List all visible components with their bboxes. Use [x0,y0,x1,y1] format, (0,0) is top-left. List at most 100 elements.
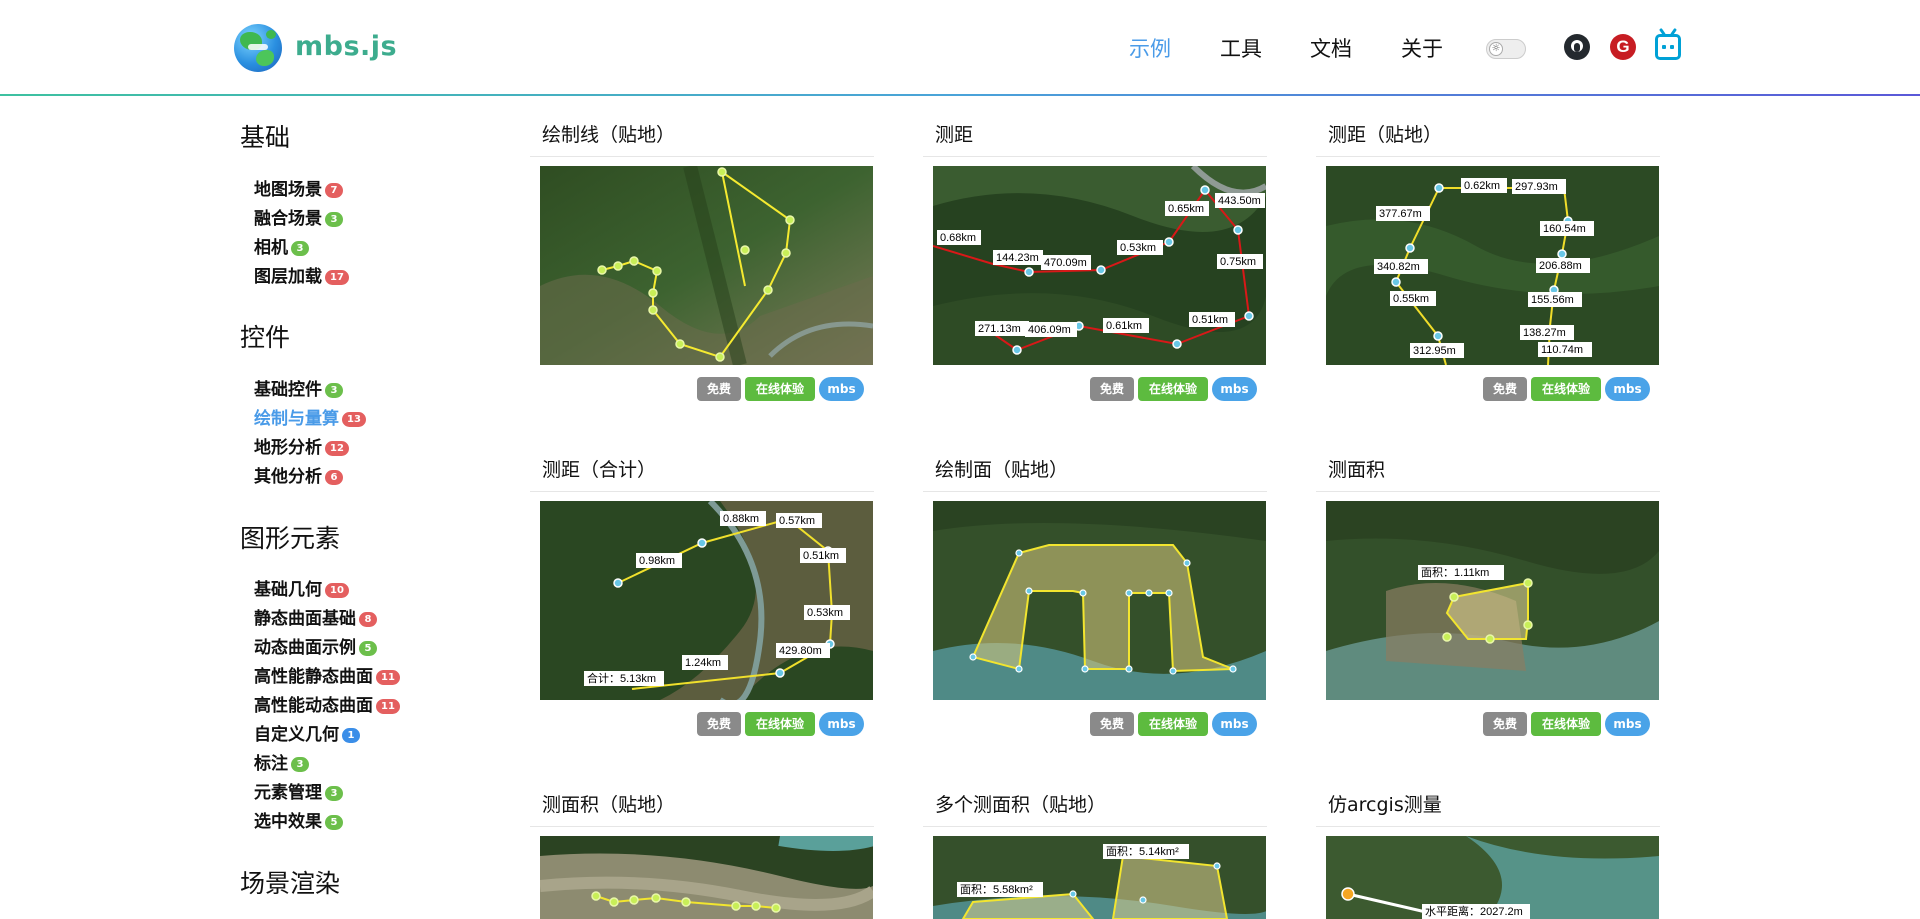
count-badge: 3 [325,383,343,398]
measure-label: 297.93m [1515,181,1558,193]
nav-about[interactable]: 关于 [1401,33,1443,63]
gitee-icon[interactable]: G [1610,34,1636,60]
online-demo-button[interactable]: 在线体验 [745,712,815,736]
measure-label: 1.24km [685,657,721,669]
sidebar-item-other-analysis[interactable]: 其他分析 6 [254,462,343,487]
area-label: 面积：5.58km² [960,883,1033,896]
thumbnail-image[interactable] [540,166,873,365]
measure-label: 0.88km [723,513,759,525]
measure-label: 0.62km [1464,180,1500,192]
measure-label: 0.53km [1120,242,1156,254]
sidebar-item-basic-geometry[interactable]: 基础几何 10 [254,575,349,600]
free-tag[interactable]: 免费 [1090,377,1134,401]
brand-name[interactable]: mbs.js [295,31,397,62]
measure-label: 水平距离：2027.2m [1425,904,1523,918]
measure-label: 110.74m [1541,344,1583,356]
measure-label: 443.50m [1218,195,1261,207]
measure-label: 0.75km [1220,256,1256,268]
area-label: 面积：5.14km² [1106,845,1179,858]
card-divider [530,156,874,157]
card-divider [923,156,1267,157]
mbs-tag[interactable]: mbs [819,712,864,736]
area-label: 面积：1.11km [1421,566,1489,579]
sidebar-item-map-scene[interactable]: 地图场景 7 [254,175,343,200]
measure-label: 312.95m [1413,345,1456,357]
measure-label: 0.61km [1106,320,1142,332]
measure-label: 合计：5.13km [587,671,656,685]
count-badge: 12 [325,441,349,456]
sidebar-item-camera[interactable]: 相机 3 [254,233,309,258]
free-tag[interactable]: 免费 [1483,712,1527,736]
sidebar-item-hp-static-surface[interactable]: 高性能静态曲面 11 [254,662,400,687]
measure-label: 0.51km [803,550,839,562]
free-tag[interactable]: 免费 [1483,377,1527,401]
sidebar-item-annotation[interactable]: 标注 3 [254,749,309,774]
thumbnail-image[interactable] [540,836,873,919]
thumbnail-image[interactable]: 0.62km 297.93m 377.67m 160.54m 340.82m 2… [1326,166,1659,365]
sidebar-item-static-surface[interactable]: 静态曲面基础 8 [254,604,377,629]
measure-label: 271.13m [978,323,1021,335]
thumbnail-image[interactable]: 443.50m 0.65km 0.68km 144.23m 470.09m 0.… [933,166,1266,365]
count-badge: 8 [359,612,377,627]
count-badge: 17 [325,270,349,285]
card-title: 绘制线（贴地） [542,124,676,146]
top-header: mbs.js 示例 工具 文档 关于 ☼ G [0,0,1920,96]
card-title: 测距（合计） [542,459,657,481]
measure-label: 0.51km [1192,314,1228,326]
sidebar-item-draw-measure[interactable]: 绘制与量算 13 [254,404,366,429]
count-badge: 11 [376,699,400,714]
count-badge: 3 [291,757,309,772]
measure-label: 155.56m [1531,294,1574,306]
nav-tools[interactable]: 工具 [1220,33,1262,63]
card-title: 测面积 [1328,459,1386,481]
measure-label: 0.55km [1393,293,1429,305]
nav-docs[interactable]: 文档 [1310,33,1352,63]
sidebar-item-custom-geometry[interactable]: 自定义几何 1 [254,720,360,745]
free-tag[interactable]: 免费 [1090,712,1134,736]
free-tag[interactable]: 免费 [697,712,741,736]
count-badge: 3 [325,212,343,227]
count-badge: 11 [376,670,400,685]
sidebar-item-basic-controls[interactable]: 基础控件 3 [254,375,343,400]
count-badge: 1 [342,728,360,743]
sidebar-item-selection-effect[interactable]: 选中效果 5 [254,807,343,832]
bilibili-icon[interactable] [1655,27,1681,60]
card-divider [923,491,1267,492]
card-title: 测距 [935,124,974,146]
card-title: 仿arcgis测量 [1328,794,1442,816]
thumbnail-image[interactable]: 面积：1.11km [1326,501,1659,700]
theme-toggle[interactable]: ☼ [1486,39,1526,59]
count-badge: 3 [291,241,309,256]
nav-examples[interactable]: 示例 [1129,33,1171,63]
sidebar-item-dynamic-surface[interactable]: 动态曲面示例 5 [254,633,377,658]
measure-label: 138.27m [1523,327,1566,339]
online-demo-button[interactable]: 在线体验 [1138,712,1208,736]
mbs-tag[interactable]: mbs [1605,712,1650,736]
thumbnail-image[interactable] [933,501,1266,700]
measure-label: 206.88m [1539,260,1582,272]
mbs-tag[interactable]: mbs [1212,712,1257,736]
count-badge: 5 [325,815,343,830]
thumbnail-image[interactable]: 0.88km 0.57km 0.51km 0.98km 0.53km 429.8… [540,501,873,700]
section-title-graphics: 图形元素 [240,524,341,553]
mbs-tag[interactable]: mbs [1605,377,1650,401]
mbs-tag[interactable]: mbs [819,377,864,401]
sidebar-item-fusion-scene[interactable]: 融合场景 3 [254,204,343,229]
thumbnail-image[interactable]: 面积：5.14km² 面积：5.58km² [933,836,1266,919]
measure-label: 340.82m [1377,261,1420,273]
sidebar-item-layer-loading[interactable]: 图层加载 17 [254,262,349,287]
thumbnail-image[interactable]: 水平距离：2027.2m [1326,836,1659,919]
globe-logo-icon[interactable] [234,24,282,72]
sidebar-item-hp-dynamic-surface[interactable]: 高性能动态曲面 11 [254,691,400,716]
online-demo-button[interactable]: 在线体验 [1531,377,1601,401]
online-demo-button[interactable]: 在线体验 [1138,377,1208,401]
card-divider [530,826,874,827]
online-demo-button[interactable]: 在线体验 [1531,712,1601,736]
free-tag[interactable]: 免费 [697,377,741,401]
count-badge: 13 [342,412,366,427]
github-icon[interactable] [1564,34,1590,60]
sidebar-item-terrain-analysis[interactable]: 地形分析 12 [254,433,349,458]
sidebar-item-element-manage[interactable]: 元素管理 3 [254,778,343,803]
online-demo-button[interactable]: 在线体验 [745,377,815,401]
mbs-tag[interactable]: mbs [1212,377,1257,401]
